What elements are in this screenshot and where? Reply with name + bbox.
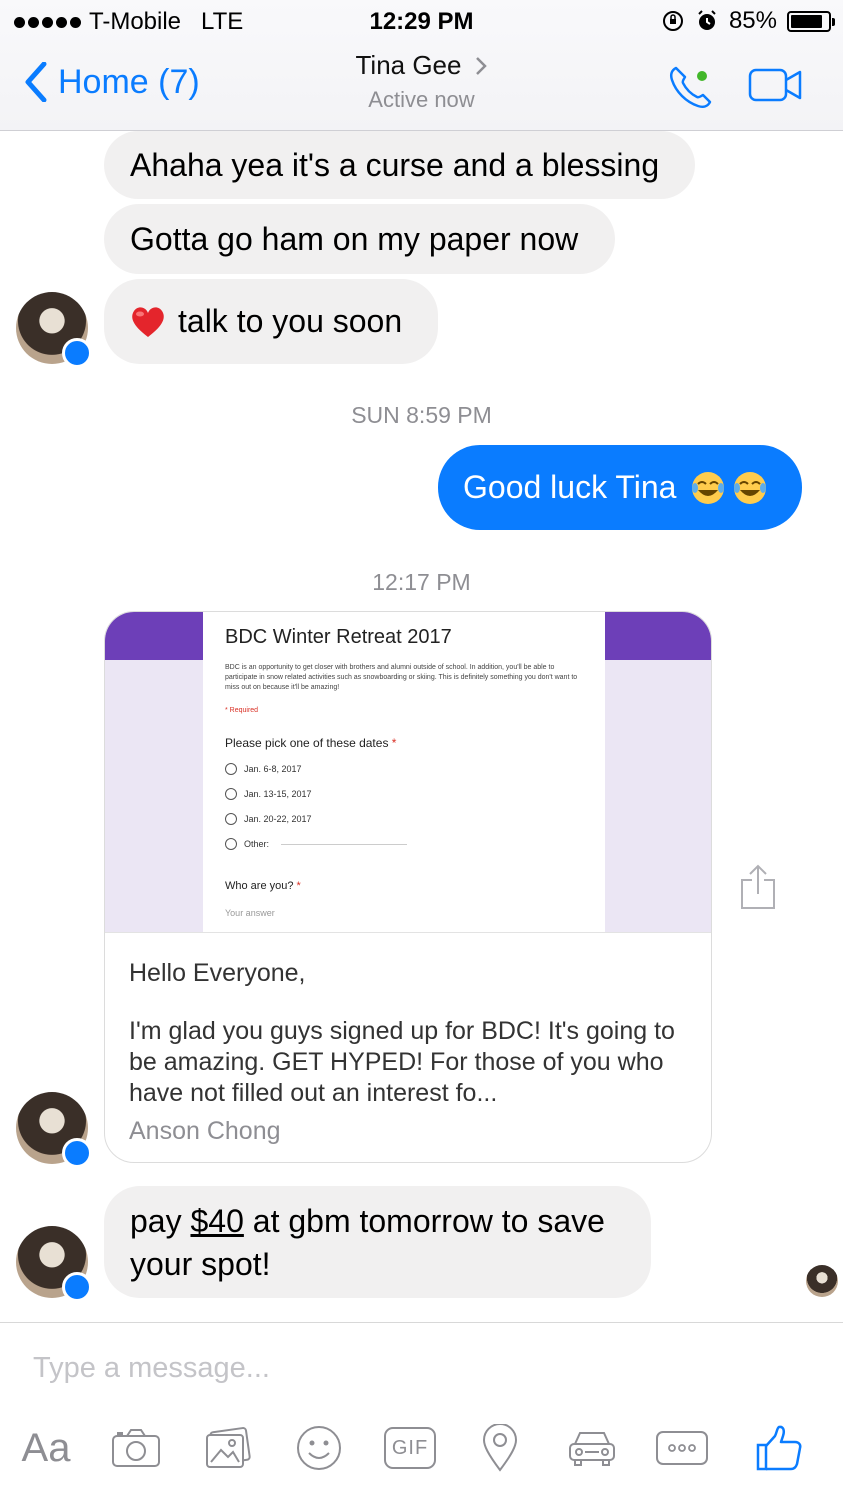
camera-icon [112, 1429, 160, 1467]
messenger-badge-icon [62, 338, 92, 368]
contact-avatar[interactable] [16, 1226, 92, 1302]
message-bubble-incoming[interactable]: pay $40 at gbm tomorrow to save your spo… [104, 1186, 651, 1298]
phone-icon[interactable] [666, 62, 714, 110]
message-bubble-incoming[interactable]: talk to you soon [104, 279, 438, 364]
card-author: Anson Chong [129, 1117, 281, 1145]
more-button[interactable] [654, 1420, 710, 1476]
form-question: Who are you? * [225, 880, 301, 892]
gif-label: GIF [391, 1436, 429, 1459]
form-question-text: Who are you? [225, 880, 294, 892]
top-bar: T-Mobile LTE 12:29 PM 85% Home (7) Tina … [0, 0, 843, 131]
message-bubble-incoming[interactable]: Gotta go ham on my paper now [104, 204, 615, 274]
message-timestamp: 12:17 PM [372, 569, 471, 595]
form-question: Please pick one of these dates * [225, 736, 397, 750]
message-text: Ahaha yea it's a curse and a blessing [130, 146, 660, 183]
message-bubble-outgoing[interactable]: Good luck Tina [438, 445, 802, 530]
form-preview: BDC Winter Retreat 2017 BDC is an opport… [203, 612, 605, 932]
battery-fill [791, 14, 822, 28]
message-text: Good luck Tina [463, 469, 677, 505]
message-input[interactable]: Type a message... [33, 1352, 270, 1385]
card-body-text: I'm glad you guys signed up for BDC! It'… [129, 1017, 675, 1107]
link-preview-text: Hello Everyone, I'm glad you guys signed… [105, 932, 711, 1162]
messenger-badge-icon [62, 1138, 92, 1168]
contact-avatar[interactable] [16, 292, 92, 368]
laughing-emoji [734, 471, 767, 504]
form-description: BDC is an opportunity to get closer with… [225, 664, 578, 691]
contact-name: Tina Gee [355, 50, 462, 80]
form-option-label: Jan. 6-8, 2017 [244, 764, 302, 774]
location-icon [482, 1424, 518, 1472]
card-greeting: Hello Everyone, [129, 959, 306, 987]
transport-button[interactable] [566, 1420, 618, 1476]
like-button[interactable] [754, 1420, 804, 1476]
photo-button[interactable] [202, 1420, 254, 1476]
form-question-text: Please pick one of these dates [225, 736, 389, 750]
location-button[interactable] [478, 1420, 522, 1476]
alarm-icon [698, 10, 716, 30]
form-option-label: Jan. 13-15, 2017 [244, 789, 312, 799]
status-right: 85% [661, 7, 835, 35]
contact-avatar[interactable] [16, 1092, 92, 1168]
camera-button[interactable] [110, 1420, 162, 1476]
chevron-right-icon [476, 56, 488, 75]
photo-icon [206, 1427, 251, 1468]
message-text: Gotta go ham on my paper now [130, 220, 579, 257]
messenger-badge-icon [62, 1272, 92, 1302]
battery-icon [787, 10, 835, 32]
form-option: Jan. 13-15, 2017 [225, 788, 583, 800]
radio-icon [225, 788, 237, 800]
form-option: Jan. 6-8, 2017 [225, 763, 583, 775]
laughing-emoji [692, 471, 725, 504]
text-format-button[interactable]: Aa [16, 1420, 76, 1476]
car-icon [569, 1432, 615, 1466]
aa-label: Aa [21, 1425, 71, 1470]
form-answer-placeholder: Your answer [225, 908, 275, 918]
form-option: Other: [225, 838, 583, 850]
form-required-note: * Required [225, 707, 259, 714]
read-receipt-avatar [806, 1265, 838, 1297]
heart-emoji [132, 306, 164, 337]
status-bar: T-Mobile LTE 12:29 PM 85% [0, 0, 843, 44]
video-camera-icon[interactable] [748, 66, 804, 106]
rotation-lock-icon [662, 11, 683, 31]
message-bubble-incoming[interactable]: Ahaha yea it's a curse and a blessing [104, 131, 695, 199]
radio-icon [225, 838, 237, 850]
composer-divider [0, 1322, 843, 1323]
form-option-label: Other: [244, 839, 270, 849]
message-text: pay [130, 1203, 191, 1239]
conversation-header[interactable]: Tina Gee Active now [0, 50, 843, 113]
message-text: talk to you soon [178, 303, 403, 339]
presence-status: Active now [368, 87, 475, 112]
payment-link[interactable]: $40 [190, 1203, 243, 1239]
emoji-button[interactable] [294, 1420, 344, 1476]
form-option: Jan. 20-22, 2017 [225, 813, 583, 825]
message-timestamp: SUN 8:59 PM [351, 402, 492, 428]
link-preview-image: BDC Winter Retreat 2017 BDC is an opport… [105, 612, 711, 932]
form-option-label: Jan. 20-22, 2017 [244, 814, 312, 824]
share-icon[interactable] [738, 864, 778, 910]
composer-toolbar: Aa GIF [0, 1420, 843, 1480]
radio-icon [225, 763, 237, 775]
form-title: BDC Winter Retreat 2017 [225, 626, 452, 648]
more-icon [656, 1431, 708, 1465]
gif-button[interactable]: GIF [382, 1420, 438, 1476]
link-preview-card[interactable]: BDC Winter Retreat 2017 BDC is an opport… [104, 611, 712, 1163]
thumbs-up-icon [756, 1425, 802, 1471]
radio-icon [225, 813, 237, 825]
smiley-icon [297, 1426, 341, 1470]
battery-percent: 85% [728, 7, 777, 34]
